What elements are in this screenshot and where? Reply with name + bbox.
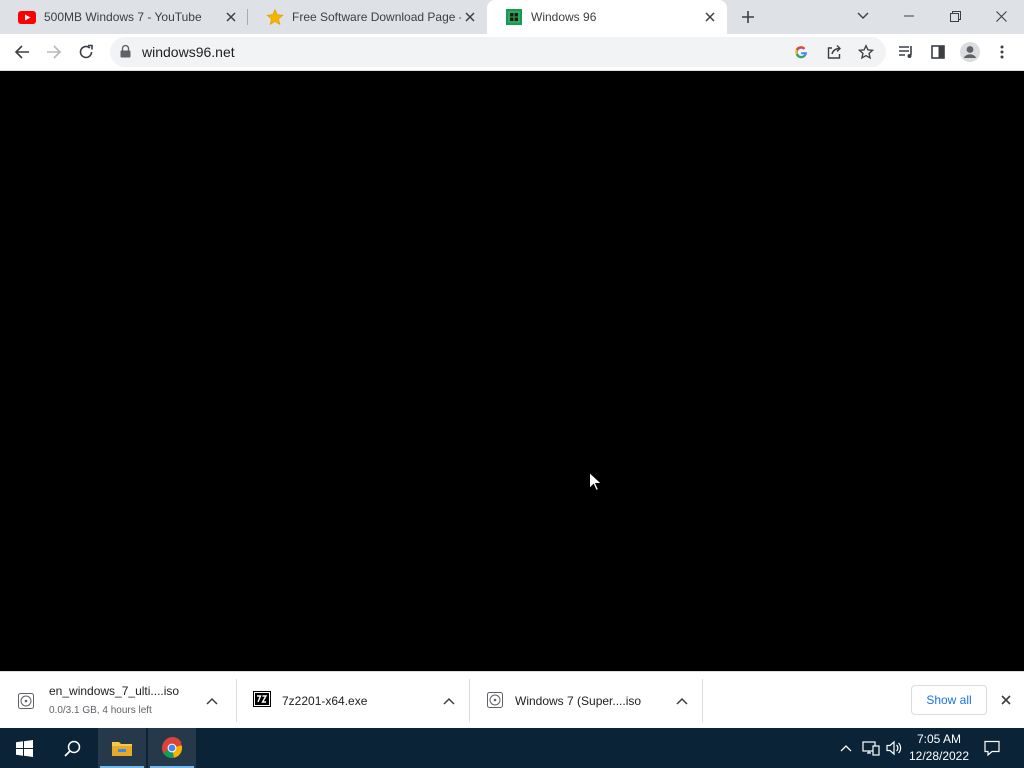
lock-icon[interactable]	[120, 44, 131, 61]
close-window-button[interactable]	[978, 0, 1024, 32]
forward-button[interactable]	[40, 38, 68, 66]
page-content[interactable]	[0, 71, 1024, 671]
download-item[interactable]: 7z2201-x64.exe	[237, 679, 470, 723]
volume-icon[interactable]	[884, 738, 904, 758]
notifications-icon[interactable]	[982, 738, 1002, 758]
download-item[interactable]: en_windows_7_ulti....iso 0.0/3.1 GB, 4 h…	[0, 679, 233, 723]
windows96-icon	[505, 8, 523, 26]
tab-windows96[interactable]: Windows 96	[487, 0, 727, 34]
clock-time: 7:05 AM	[916, 732, 962, 746]
download-item[interactable]: Windows 7 (Super....iso	[470, 679, 703, 723]
download-shelf: en_windows_7_ulti....iso 0.0/3.1 GB, 4 h…	[0, 671, 1024, 728]
search-button[interactable]	[48, 728, 96, 768]
media-control-icon[interactable]	[892, 38, 920, 66]
tab-title: 500MB Windows 7 - YouTube	[44, 10, 202, 24]
close-icon[interactable]	[222, 8, 240, 26]
chevron-up-icon[interactable]	[442, 695, 456, 707]
chevron-up-icon[interactable]	[675, 695, 689, 707]
tab-strip: 500MB Windows 7 - YouTube Free Software …	[0, 0, 1024, 34]
bookmark-star-icon[interactable]	[855, 41, 877, 63]
close-icon[interactable]	[701, 8, 719, 26]
restore-button[interactable]	[932, 0, 978, 32]
chrome-taskbar-button[interactable]	[148, 728, 196, 768]
reload-button[interactable]	[72, 38, 100, 66]
tab-title: Windows 96	[531, 10, 597, 24]
file-explorer-button[interactable]	[98, 728, 146, 768]
close-shelf-icon[interactable]	[996, 690, 1016, 710]
side-panel-icon[interactable]	[924, 38, 952, 66]
back-button[interactable]	[8, 38, 36, 66]
address-bar[interactable]: windows96.net	[110, 37, 886, 67]
chevron-up-icon[interactable]	[205, 695, 219, 707]
youtube-icon	[18, 8, 36, 26]
windows-taskbar: 7:05 AM 12/28/2022	[0, 728, 1024, 768]
profile-avatar[interactable]	[956, 38, 984, 66]
download-divider	[702, 679, 703, 722]
show-all-button[interactable]: Show all	[911, 685, 987, 715]
clock-date: 12/28/2022	[908, 749, 970, 763]
iso-file-icon	[486, 691, 506, 711]
close-icon[interactable]	[461, 8, 479, 26]
taskbar-clock[interactable]: 7:05 AM 12/28/2022	[906, 731, 972, 765]
download-filename: en_windows_7_ulti....iso	[49, 684, 180, 698]
tab-youtube[interactable]: 500MB Windows 7 - YouTube	[0, 0, 248, 34]
tab-search-button[interactable]	[840, 0, 886, 32]
star-icon	[266, 8, 284, 26]
browser-toolbar: windows96.net	[0, 34, 1024, 71]
tab-free-software[interactable]: Free Software Download Page - S	[248, 0, 487, 34]
7z-file-icon	[253, 691, 273, 711]
network-icon[interactable]	[861, 738, 881, 758]
download-status: 0.0/3.1 GB, 4 hours left	[49, 705, 152, 716]
download-filename: Windows 7 (Super....iso	[515, 694, 642, 708]
download-filename: 7z2201-x64.exe	[282, 694, 368, 708]
iso-file-icon	[16, 691, 36, 711]
mouse-cursor-icon	[589, 471, 603, 494]
google-lens-icon[interactable]	[790, 41, 812, 63]
minimize-button[interactable]	[886, 0, 932, 32]
tab-title: Free Software Download Page - S	[292, 10, 461, 24]
chevron-up-icon[interactable]	[836, 738, 856, 758]
new-tab-button[interactable]	[736, 5, 760, 29]
url-text[interactable]: windows96.net	[142, 44, 235, 60]
more-menu-icon[interactable]	[988, 38, 1016, 66]
share-icon[interactable]	[823, 41, 845, 63]
start-button[interactable]	[0, 728, 48, 768]
